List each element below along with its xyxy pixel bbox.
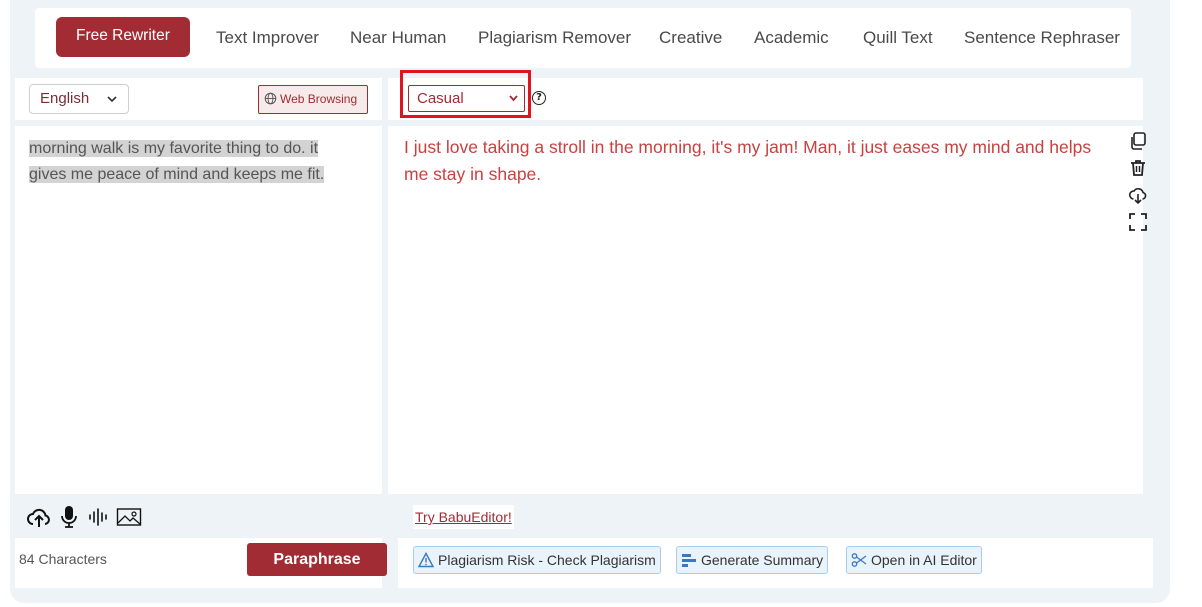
try-babueditor-link[interactable]: Try BabuEditor!: [413, 505, 514, 529]
check-plagiarism-label: Plagiarism Risk - Check Plagiarism: [438, 552, 656, 568]
web-browsing-label: Web Browsing: [280, 92, 358, 106]
audio-wave-icon[interactable]: [87, 505, 109, 529]
paraphrase-button[interactable]: Paraphrase: [247, 543, 387, 576]
summary-icon: [682, 554, 696, 567]
tab-plagiarism-remover[interactable]: Plagiarism Remover: [478, 25, 631, 51]
open-ai-editor-label: Open in AI Editor: [871, 552, 977, 568]
generate-summary-button[interactable]: Generate Summary: [676, 546, 829, 574]
open-ai-editor-button[interactable]: Open in AI Editor: [846, 546, 982, 574]
warning-icon: [418, 552, 434, 568]
tab-sentence-rephraser[interactable]: Sentence Rephraser: [964, 25, 1120, 51]
style-value: Casual: [417, 90, 464, 107]
microphone-icon[interactable]: [59, 505, 79, 529]
ai-editor-icon: [851, 553, 867, 567]
output-footer: Plagiarism Risk - Check Plagiarism Gener…: [398, 538, 1153, 588]
globe-icon: [264, 92, 277, 105]
input-text[interactable]: morning walk is my favorite thing to do.…: [29, 136, 359, 188]
mode-tabs: Free Rewriter Text Improver Near Human P…: [35, 8, 1131, 68]
language-select[interactable]: English: [29, 84, 129, 114]
input-text-selection: morning walk is my favorite thing to do.…: [29, 140, 325, 183]
input-footer: 84 Characters Paraphrase: [15, 538, 387, 588]
download-cloud-icon[interactable]: [1128, 185, 1148, 205]
output-editor[interactable]: I just love taking a stroll in the morni…: [388, 126, 1143, 494]
web-browsing-button[interactable]: Web Browsing: [258, 85, 368, 114]
character-count: 84 Characters: [19, 551, 107, 567]
image-icon[interactable]: [116, 505, 142, 529]
generate-summary-label: Generate Summary: [701, 552, 824, 568]
input-editor[interactable]: morning walk is my favorite thing to do.…: [15, 126, 382, 494]
language-value: English: [40, 90, 90, 107]
copy-icon[interactable]: [1128, 131, 1148, 151]
output-text[interactable]: I just love taking a stroll in the morni…: [404, 134, 1116, 188]
check-plagiarism-button[interactable]: Plagiarism Risk - Check Plagiarism: [413, 546, 661, 574]
tab-quill-text[interactable]: Quill Text: [863, 25, 933, 51]
style-select[interactable]: Casual: [408, 85, 525, 112]
fullscreen-icon[interactable]: [1128, 212, 1148, 232]
chevron-down-icon: [508, 86, 519, 121]
help-icon[interactable]: ?: [532, 91, 546, 105]
tab-text-improver[interactable]: Text Improver: [216, 25, 319, 51]
tab-academic[interactable]: Academic: [754, 25, 829, 51]
tab-free-rewriter[interactable]: Free Rewriter: [56, 17, 190, 57]
upload-cloud-icon[interactable]: [26, 505, 52, 529]
tab-creative[interactable]: Creative: [659, 25, 722, 51]
input-toolbar: English Web Browsing: [15, 78, 382, 120]
tab-near-human[interactable]: Near Human: [350, 25, 446, 51]
trash-icon[interactable]: [1128, 158, 1148, 178]
chevron-down-icon: [106, 87, 118, 123]
